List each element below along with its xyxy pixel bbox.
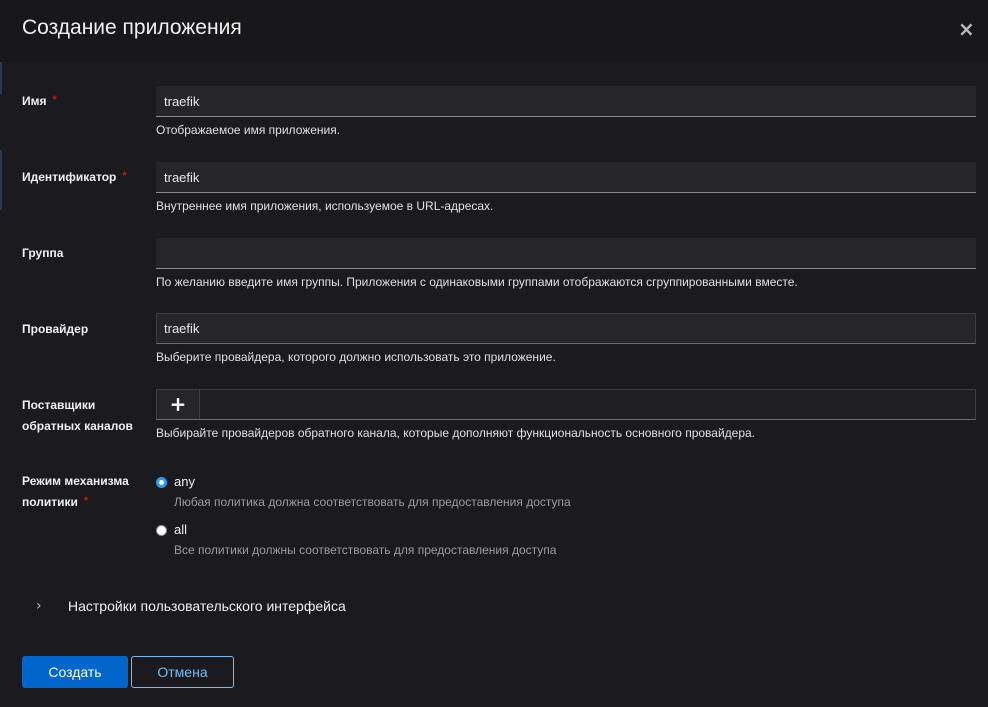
ui-settings-label[interactable]: Настройки пользовательского интерфейса bbox=[68, 596, 346, 616]
group-label: Группа bbox=[22, 246, 64, 260]
radio-all-description: Все политики должны соответствовать для … bbox=[174, 543, 557, 557]
required-mark: * bbox=[52, 94, 57, 106]
create-button[interactable]: Создать bbox=[22, 656, 128, 688]
radio-any[interactable] bbox=[156, 477, 167, 488]
add-backchannel-button[interactable]: + bbox=[157, 390, 200, 419]
backchannel-label: Поставщики обратных каналов bbox=[22, 398, 133, 433]
modal-title: Создание приложения bbox=[22, 16, 242, 39]
slug-label: Идентификатор * bbox=[22, 170, 127, 184]
chevron-right-icon[interactable]: › bbox=[36, 596, 50, 616]
slug-helper-text: Внутреннее имя приложения, используемое … bbox=[156, 199, 494, 213]
required-mark: * bbox=[122, 170, 127, 182]
create-application-modal: Создание приложения × Имя* Отображаемое … bbox=[0, 0, 988, 707]
name-helper-text: Отображаемое имя приложения. bbox=[156, 123, 341, 137]
radio-all-label[interactable]: all bbox=[174, 522, 187, 538]
backchannel-chip-group: + bbox=[156, 389, 976, 420]
backchannel-helper-text: Выбирайте провайдеров обратного канала, … bbox=[156, 426, 756, 440]
slug-input[interactable] bbox=[156, 162, 976, 193]
name-label: Имя * bbox=[22, 94, 57, 108]
radio-all[interactable] bbox=[156, 525, 167, 536]
radio-any-label[interactable]: any bbox=[174, 474, 195, 490]
modal-header: Создание приложения × bbox=[0, 0, 988, 62]
provider-helper-text: Выберите провайдера, которого должно исп… bbox=[156, 350, 556, 364]
group-input[interactable] bbox=[156, 238, 976, 269]
required-mark: * bbox=[83, 495, 89, 507]
group-helper-text: По желанию введите имя группы. Приложени… bbox=[156, 275, 798, 289]
cancel-button[interactable]: Отмена bbox=[131, 656, 234, 688]
provider-label: Провайдер bbox=[22, 322, 89, 336]
provider-select[interactable] bbox=[156, 313, 976, 344]
scroll-indicator bbox=[0, 62, 2, 94]
close-icon[interactable]: × bbox=[958, 18, 975, 40]
policy-mode-label: Режим механизма политики * bbox=[22, 474, 129, 509]
name-input[interactable] bbox=[156, 86, 976, 117]
radio-any-description: Любая политика должна соответствовать дл… bbox=[174, 495, 571, 509]
scroll-indicator bbox=[0, 150, 2, 210]
